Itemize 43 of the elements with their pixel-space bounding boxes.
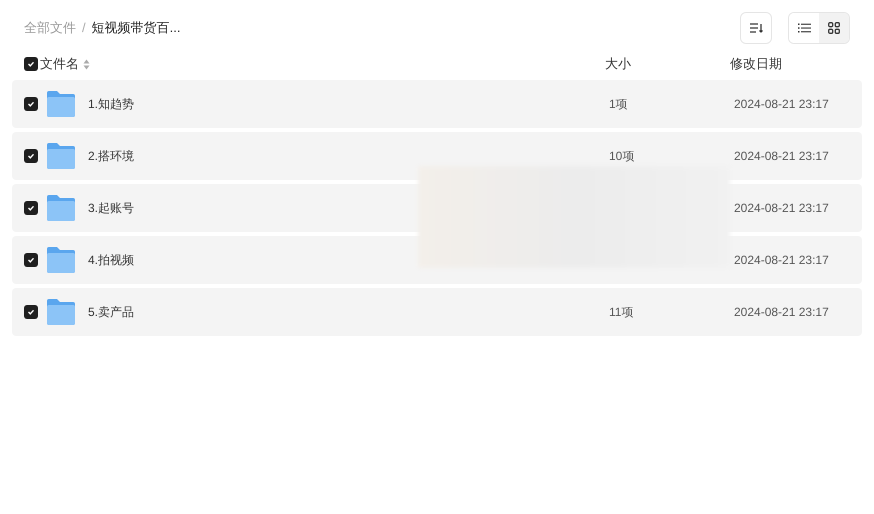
sort-icon: [749, 22, 763, 34]
checkmark-icon: [27, 256, 35, 264]
modified-date: 2024-08-21 23:17: [734, 96, 829, 113]
list-icon: [798, 23, 810, 33]
checkbox[interactable]: [24, 97, 38, 111]
file-name: 4.拍视频: [88, 252, 136, 269]
modified-date: 2024-08-21 23:17: [734, 148, 829, 165]
sort-arrows-icon: [83, 58, 90, 70]
file-row[interactable]: 5.卖产品 11项 2024-08-21 23:17: [12, 288, 862, 336]
breadcrumb-separator: /: [81, 19, 87, 38]
column-header[interactable]: 文件名: [40, 54, 79, 74]
file-size: 1项: [609, 96, 629, 113]
checkmark-icon: [27, 100, 35, 108]
column-header: 修改日期: [730, 55, 782, 74]
modified-date: 2024-08-21 23:17: [734, 252, 829, 269]
folder-icon: [46, 194, 76, 222]
file-name: 3.起账号: [88, 200, 136, 217]
checkmark-icon: [27, 204, 35, 212]
file-size: 11项: [609, 304, 634, 321]
breadcrumb-current: 短视频带货百...: [92, 19, 180, 38]
checkbox[interactable]: [24, 305, 38, 319]
folder-icon: [46, 246, 76, 274]
column-header: 大小: [605, 55, 631, 74]
file-row[interactable]: 1.知趋势 1项 2024-08-21 23:17: [12, 80, 862, 128]
sort-button[interactable]: [740, 12, 772, 44]
grid-icon: [828, 22, 840, 34]
folder-icon: [46, 90, 76, 118]
checkmark-icon: [27, 152, 35, 160]
folder-icon: [46, 298, 76, 326]
grid-view-button[interactable]: [819, 13, 849, 43]
modified-date: 2024-08-21 23:17: [734, 304, 829, 321]
modified-date: 2024-08-21 23:17: [734, 200, 829, 217]
checkbox[interactable]: [24, 201, 38, 215]
file-size: 10项: [609, 148, 636, 165]
checkbox[interactable]: [24, 57, 38, 72]
file-name: 5.卖产品: [88, 304, 136, 321]
file-name: 2.搭环境: [88, 148, 136, 165]
file-name: 1.知趋势: [88, 96, 136, 113]
checkbox[interactable]: [24, 149, 38, 163]
checkmark-icon: [27, 308, 35, 316]
folder-icon: [46, 142, 76, 170]
checkmark-icon: [27, 60, 35, 68]
checkbox[interactable]: [24, 253, 38, 267]
